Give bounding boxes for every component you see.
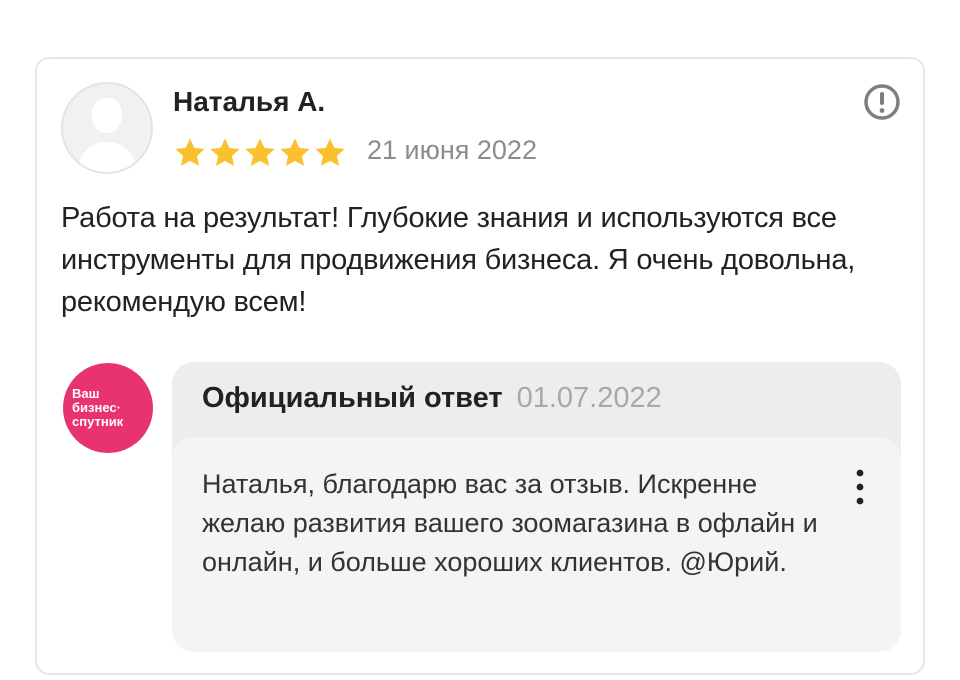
star-icon [245,138,275,167]
review-date: 21 июня 2022 [367,135,537,165]
official-reply: Официальный ответ 01.07.2022 Наталья, бла… [172,362,901,652]
review-text: Работа на результат! Глубокие знания и и… [61,202,856,318]
reply-header: Официальный ответ 01.07.2022 [202,382,662,415]
rating-stars [173,136,347,170]
reply-date: 01.07.2022 [516,382,662,414]
reply-title: Официальный ответ [202,382,503,414]
business-logo[interactable]: Ваш бизнес· спутник [63,363,153,453]
exclamation-circle-icon[interactable] [862,82,902,122]
star-icon [315,138,345,167]
user-avatar[interactable] [61,82,153,174]
business-logo-text: Ваш бизнес· спутник [72,386,124,429]
reply-body: Наталья, благодарю вас за отзыв. Искренн… [172,437,901,652]
star-icon [210,138,240,167]
star-icon [175,138,205,167]
reply-text: Наталья, благодарю вас за отзыв. Искренн… [202,469,818,577]
user-silhouette-icon [77,98,137,172]
author-name[interactable]: Наталья А. [173,86,325,118]
more-vertical-icon[interactable] [852,467,868,507]
star-icon [280,138,310,167]
